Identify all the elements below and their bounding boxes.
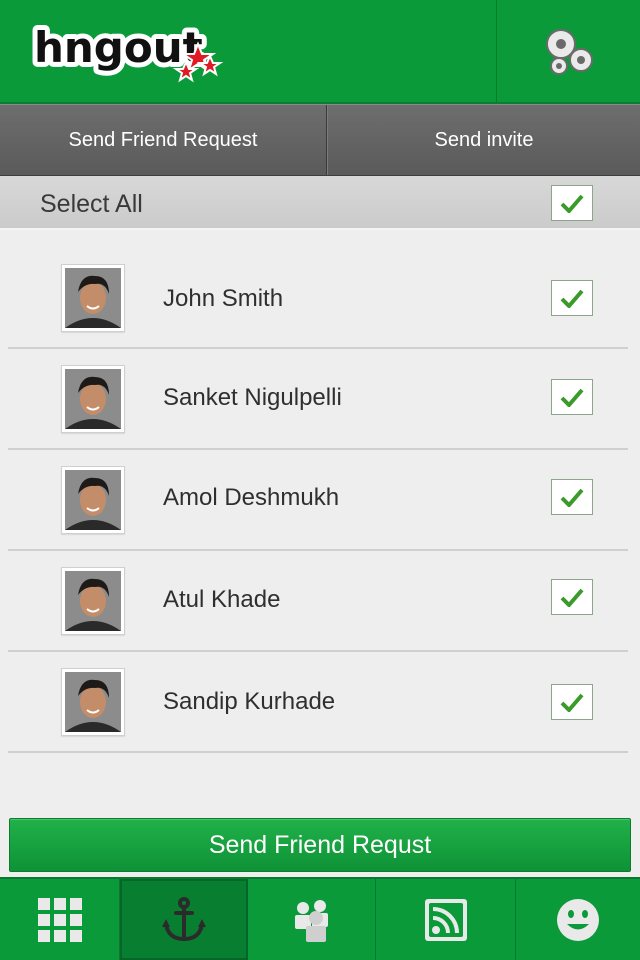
avatar: [61, 668, 125, 736]
avatar: [61, 466, 125, 534]
tab-bar: Send Friend Request Send invite: [0, 104, 640, 176]
svg-text:hngout: hngout: [34, 23, 203, 72]
rss-feed-icon: [424, 898, 467, 941]
contact-checkbox[interactable]: [551, 579, 593, 615]
contact-name: Sanket Nigulpelli: [163, 384, 342, 411]
contact-name: Sandip Kurhade: [163, 688, 336, 715]
avatar: [61, 567, 125, 635]
contact-name: John Smith: [163, 285, 284, 312]
anchor-icon: [162, 896, 206, 941]
list-item[interactable]: John Smith: [8, 248, 628, 349]
avatar: [61, 264, 125, 332]
avatar: [61, 365, 125, 433]
contact-checkbox[interactable]: [551, 479, 593, 515]
checkmark-icon: [560, 388, 584, 407]
select-all-bar: Select All: [0, 176, 640, 230]
checkmark-icon: [560, 488, 584, 507]
settings-button[interactable]: [496, 0, 640, 102]
checkmark-icon: [560, 588, 584, 607]
app-header: hngout hngout: [0, 0, 640, 104]
list-item[interactable]: Amol Deshmukh: [8, 450, 628, 551]
nav-people[interactable]: [248, 879, 376, 960]
contact-name: Atul Khade: [163, 586, 281, 613]
nav-anchor[interactable]: [120, 879, 248, 960]
nav-feed[interactable]: [376, 879, 516, 960]
contact-list: John Smith Sanket Nigulpelli Amol Deshmu…: [8, 248, 628, 753]
tab-send-invite[interactable]: Send invite: [327, 105, 640, 175]
tab-send-friend-request[interactable]: Send Friend Request: [0, 105, 327, 175]
tab-label: Send Friend Request: [68, 128, 258, 151]
hngout-logo: hngout hngout: [29, 18, 230, 90]
tab-label: Send invite: [434, 128, 534, 151]
send-friend-request-button[interactable]: Send Friend Requst: [9, 818, 631, 872]
nav-profile[interactable]: [516, 879, 640, 960]
checkmark-icon: [560, 194, 584, 213]
contact-checkbox[interactable]: [551, 684, 593, 720]
contact-name: Amol Deshmukh: [163, 484, 340, 511]
contact-checkbox[interactable]: [551, 280, 593, 316]
select-all-label: Select All: [40, 190, 143, 218]
contact-checkbox[interactable]: [551, 379, 593, 415]
nav-grid[interactable]: [0, 879, 120, 960]
checkmark-icon: [560, 289, 584, 308]
list-item[interactable]: Atul Khade: [8, 551, 628, 652]
people-icon: [294, 899, 328, 942]
select-all-checkbox[interactable]: [551, 185, 593, 221]
bottom-nav: [0, 877, 640, 960]
grid-icon: [37, 897, 82, 942]
smiley-icon: [557, 898, 599, 941]
gear-icon: [545, 29, 593, 75]
list-item[interactable]: Sanket Nigulpelli: [8, 349, 628, 450]
list-item[interactable]: Sandip Kurhade: [8, 652, 628, 753]
send-button-label: Send Friend Requst: [208, 830, 432, 859]
checkmark-icon: [560, 693, 584, 712]
